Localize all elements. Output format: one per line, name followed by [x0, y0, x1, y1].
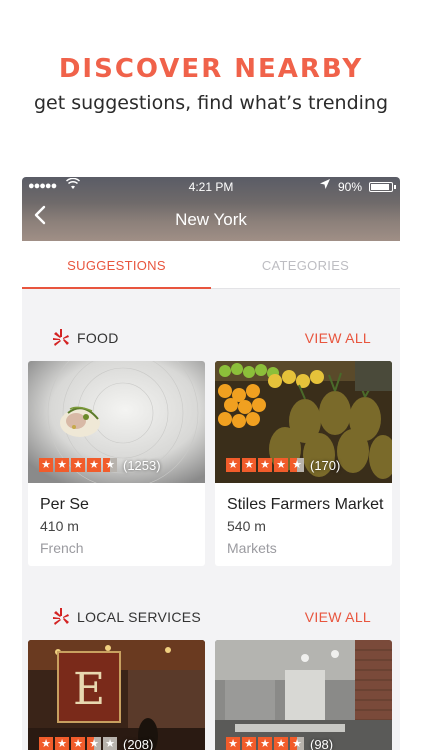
- star-icon: ★: [242, 737, 256, 750]
- promo-subtitle: get suggestions, find what’s trending: [33, 92, 389, 114]
- review-count: (208): [123, 736, 154, 750]
- business-category: French: [40, 540, 84, 556]
- location-arrow-icon: [320, 179, 330, 192]
- star-icon: ★: [258, 737, 272, 750]
- business-category: Markets: [227, 540, 277, 556]
- star-half-icon: ★: [290, 458, 304, 472]
- star-icon: ★: [55, 458, 69, 472]
- review-count: (170): [310, 457, 341, 473]
- business-name: Stiles Farmers Market: [227, 496, 384, 513]
- tab-bar: SUGGESTIONS CATEGORIES: [22, 241, 400, 289]
- section-header-local-services: LOCAL SERVICES VIEW ALL: [22, 605, 400, 629]
- business-card[interactable]: ★ ★ ★ ★ ★ (170) Stiles Farmers Market 54…: [215, 361, 392, 566]
- business-card[interactable]: E ★ ★ ★ ★ ★ (208): [28, 640, 205, 750]
- star-icon: ★: [242, 458, 256, 472]
- business-photo: E: [28, 640, 205, 750]
- yelp-burst-icon: [52, 607, 70, 627]
- star-rating: ★ ★ ★ ★ ★ (1253): [39, 457, 161, 473]
- star-icon: ★: [39, 458, 53, 472]
- business-card[interactable]: ★ ★ ★ ★ ★ (98): [215, 640, 392, 750]
- star-icon: ★: [274, 737, 288, 750]
- star-half-icon: ★: [290, 737, 304, 750]
- star-icon: ★: [226, 737, 240, 750]
- section-title-local-services: LOCAL SERVICES: [77, 609, 202, 625]
- battery-percent: 90%: [338, 180, 363, 194]
- star-rating: ★ ★ ★ ★ ★ (98): [226, 736, 333, 750]
- business-card[interactable]: ★ ★ ★ ★ ★ (1253) Per Se 410 m French: [28, 361, 205, 566]
- star-icon: ★: [226, 458, 240, 472]
- review-count: (1253): [123, 457, 161, 473]
- star-icon: ★: [55, 737, 69, 750]
- battery-icon: [369, 182, 396, 192]
- nav-header: ●●●●● 4:21 PM 90% New York: [22, 177, 400, 241]
- status-bar: ●●●●● 4:21 PM 90%: [22, 177, 400, 197]
- promo-title: DISCOVER NEARBY: [58, 54, 364, 84]
- star-half-icon: ★: [103, 458, 117, 472]
- svg-text:E: E: [73, 664, 105, 715]
- view-all-food-link[interactable]: VIEW ALL: [305, 330, 371, 346]
- star-rating: ★ ★ ★ ★ ★ (170): [226, 457, 340, 473]
- star-icon: ★: [39, 737, 53, 750]
- star-empty-icon: ★: [103, 737, 117, 750]
- review-count: (98): [310, 736, 334, 750]
- section-header-food: FOOD VIEW ALL: [22, 326, 400, 350]
- tab-categories[interactable]: CATEGORIES: [211, 241, 400, 289]
- phone-screen: ●●●●● 4:21 PM 90% New York SUGGESTIONS C…: [22, 177, 400, 750]
- star-icon: ★: [71, 737, 85, 750]
- star-rating: ★ ★ ★ ★ ★ (208): [39, 736, 153, 750]
- business-distance: 410 m: [40, 518, 79, 534]
- business-distance: 540 m: [227, 518, 266, 534]
- view-all-local-services-link[interactable]: VIEW ALL: [305, 609, 371, 625]
- yelp-burst-icon: [52, 328, 70, 348]
- tab-suggestions[interactable]: SUGGESTIONS: [22, 241, 211, 289]
- star-icon: ★: [87, 458, 101, 472]
- star-half-icon: ★: [87, 737, 101, 750]
- star-icon: ★: [274, 458, 288, 472]
- star-icon: ★: [258, 458, 272, 472]
- business-name: Per Se: [40, 496, 89, 513]
- business-photo: [215, 640, 392, 750]
- nav-title: New York: [175, 210, 247, 229]
- section-title-food: FOOD: [77, 330, 119, 346]
- star-icon: ★: [71, 458, 85, 472]
